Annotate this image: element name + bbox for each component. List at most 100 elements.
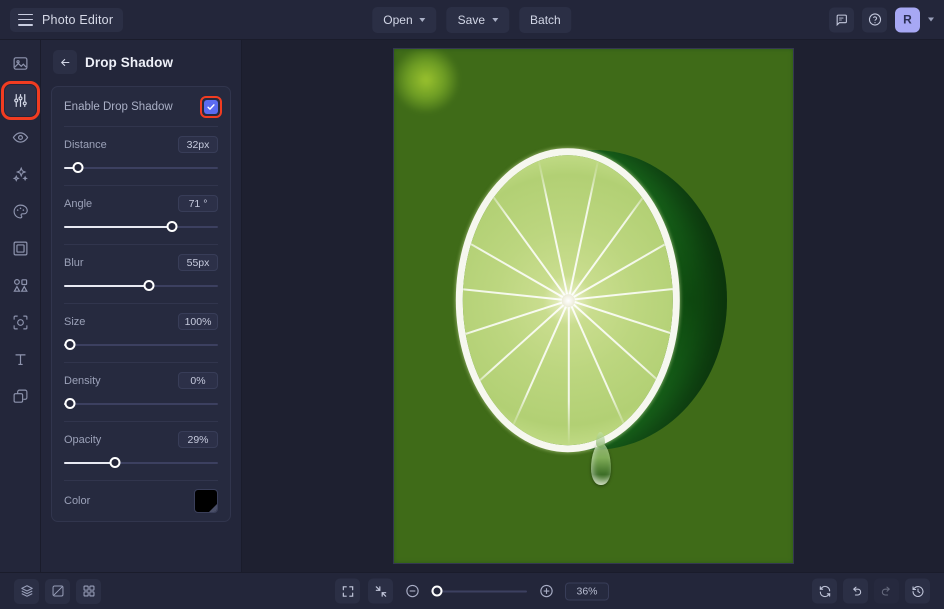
control-header: Blur 55px [64, 254, 218, 271]
angle-value[interactable]: 71 ° [178, 195, 218, 212]
slider-track [64, 167, 218, 169]
app-body: Drop Shadow Enable Drop Shadow [0, 40, 944, 572]
control-size: Size 100% [64, 304, 218, 363]
zoom-level-value[interactable]: 36% [565, 582, 609, 600]
slider-track [64, 403, 218, 405]
zoom-slider-track [431, 590, 527, 592]
sidebar-item-text[interactable] [5, 344, 36, 375]
fit-screen-button[interactable] [335, 579, 360, 604]
bottom-left-tools [14, 579, 101, 604]
arrow-left-icon [59, 56, 72, 69]
angle-slider[interactable] [64, 221, 218, 233]
slider-fill [64, 226, 172, 228]
drop-shadow-card: Enable Drop Shadow Distance 32px [51, 86, 231, 522]
palette-icon [12, 203, 29, 220]
undo-button[interactable] [843, 579, 868, 604]
slider-thumb[interactable] [72, 162, 83, 173]
zoom-in-button[interactable] [535, 580, 557, 602]
chevron-down-icon [420, 18, 426, 22]
control-angle: Angle 71 ° [64, 186, 218, 245]
help-button[interactable] [862, 7, 887, 32]
edited-image[interactable] [393, 48, 794, 564]
density-value[interactable]: 0% [178, 372, 218, 389]
save-button[interactable]: Save [447, 7, 509, 33]
tool-rail [0, 40, 41, 572]
image-icon [12, 55, 29, 72]
slider-thumb[interactable] [65, 339, 76, 350]
reset-button[interactable] [812, 579, 837, 604]
slider-thumb[interactable] [143, 280, 154, 291]
sidebar-item-effects[interactable] [5, 159, 36, 190]
control-header: Size 100% [64, 313, 218, 330]
layers-button[interactable] [14, 579, 39, 604]
slider-thumb[interactable] [166, 221, 177, 232]
slider-track [64, 344, 218, 346]
blur-slider[interactable] [64, 280, 218, 292]
batch-label: Batch [530, 13, 561, 27]
size-value[interactable]: 100% [178, 313, 218, 330]
chevron-down-icon[interactable] [928, 18, 934, 22]
text-icon [12, 351, 29, 368]
enable-drop-shadow-checkbox[interactable] [204, 100, 218, 114]
layers-icon [12, 388, 29, 405]
drop-shadow-panel: Drop Shadow Enable Drop Shadow [41, 40, 242, 572]
account-actions: R [829, 7, 934, 32]
compare-icon [51, 584, 65, 598]
history-icon [911, 584, 925, 598]
avatar[interactable]: R [895, 7, 920, 32]
shapes-icon [12, 277, 29, 294]
canvas-stage[interactable] [242, 40, 944, 572]
feedback-button[interactable] [829, 7, 854, 32]
sidebar-item-frame[interactable] [5, 233, 36, 264]
opacity-slider[interactable] [64, 457, 218, 469]
zoom-controls: 36% [335, 579, 609, 604]
compare-button[interactable] [45, 579, 70, 604]
slider-thumb[interactable] [65, 398, 76, 409]
color-swatch[interactable] [194, 489, 218, 513]
canvas-area [242, 40, 944, 572]
zoom-out-button[interactable] [401, 580, 423, 602]
plus-circle-icon [539, 584, 554, 599]
back-button[interactable] [53, 50, 77, 74]
minus-circle-icon [405, 584, 420, 599]
comment-icon [835, 13, 848, 26]
sidebar-item-image[interactable] [5, 48, 36, 79]
grid-button[interactable] [76, 579, 101, 604]
control-opacity: Opacity 29% [64, 422, 218, 481]
sidebar-item-mask[interactable] [5, 307, 36, 338]
actual-size-button[interactable] [368, 579, 393, 604]
sidebar-item-shapes[interactable] [5, 270, 36, 301]
slider-thumb[interactable] [109, 457, 120, 468]
redo-button[interactable] [874, 579, 899, 604]
sidebar-item-adjust[interactable] [5, 85, 36, 116]
collapse-icon [374, 584, 388, 598]
sidebar-item-layers[interactable] [5, 381, 36, 412]
page-title: Drop Shadow [85, 55, 173, 70]
bottom-toolbar: 36% [0, 572, 944, 609]
distance-slider[interactable] [64, 162, 218, 174]
distance-value[interactable]: 32px [178, 136, 218, 153]
photo-editor-app: Photo Editor Open Save Batch [0, 0, 944, 609]
size-slider[interactable] [64, 339, 218, 351]
open-button[interactable]: Open [372, 7, 436, 33]
blur-value[interactable]: 55px [178, 254, 218, 271]
frame-icon [12, 240, 29, 257]
history-button[interactable] [905, 579, 930, 604]
color-label: Color [64, 495, 90, 507]
hamburger-icon [18, 14, 33, 26]
blur-label: Blur [64, 257, 84, 269]
lime-center [561, 294, 574, 307]
top-toolbar: Photo Editor Open Save Batch [0, 0, 944, 40]
sidebar-item-retouch[interactable] [5, 122, 36, 153]
app-menu-button[interactable]: Photo Editor [10, 8, 123, 32]
density-slider[interactable] [64, 398, 218, 410]
undo-icon [849, 584, 863, 598]
opacity-value[interactable]: 29% [178, 431, 218, 448]
batch-button[interactable]: Batch [519, 7, 572, 33]
control-header: Distance 32px [64, 136, 218, 153]
zoom-slider-thumb[interactable] [432, 585, 443, 596]
zoom-slider[interactable] [431, 585, 527, 597]
slider-fill [64, 462, 115, 464]
sidebar-item-color[interactable] [5, 196, 36, 227]
angle-label: Angle [64, 198, 92, 210]
